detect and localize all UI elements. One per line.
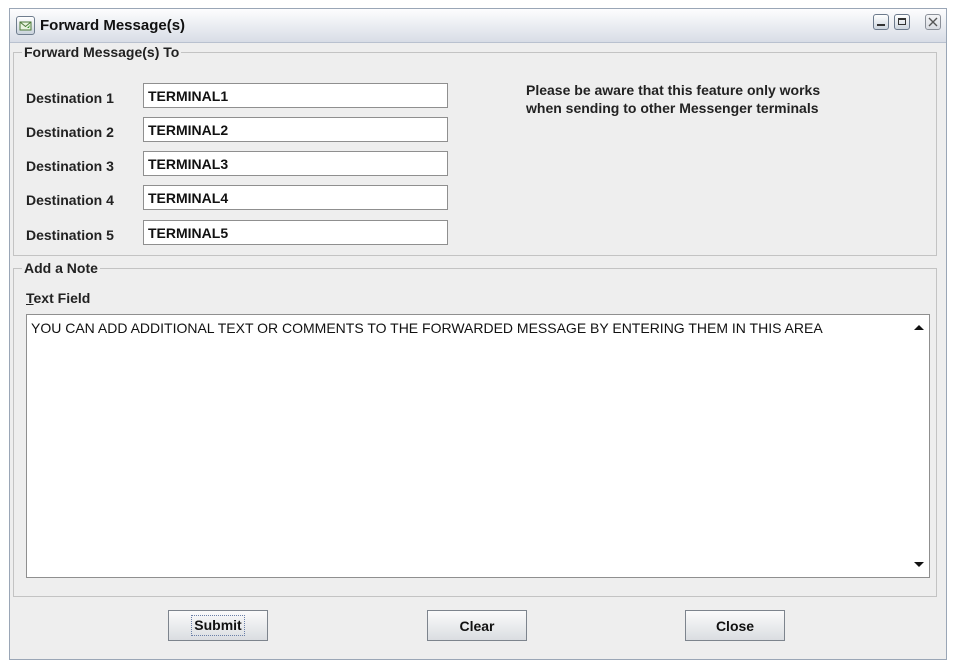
note-text-area-container: YOU CAN ADD ADDITIONAL TEXT OR COMMENTS … xyxy=(26,314,930,578)
submit-button-label: Submit xyxy=(191,615,245,636)
window-title: Forward Message(s) xyxy=(40,17,186,34)
notice-line-1: Please be aware that this feature only w… xyxy=(526,82,821,98)
destination-2-label: Destination 2 xyxy=(26,124,114,140)
forward-to-legend: Forward Message(s) To xyxy=(24,44,180,60)
destination-4-input[interactable] xyxy=(143,185,448,210)
submit-button[interactable]: Submit xyxy=(168,610,268,641)
destination-1-input[interactable] xyxy=(143,83,448,108)
text-field-label: Text Field xyxy=(26,290,90,306)
text-field-mnemonic: T xyxy=(26,290,34,306)
envelope-icon xyxy=(16,16,35,35)
clear-button[interactable]: Clear xyxy=(427,610,527,641)
destination-2-input[interactable] xyxy=(143,117,448,142)
maximize-button[interactable] xyxy=(894,14,910,30)
close-window-button[interactable] xyxy=(925,14,941,30)
destination-3-label: Destination 3 xyxy=(26,158,114,174)
vertical-scrollbar[interactable] xyxy=(909,315,929,577)
text-field-label-rest: ext Field xyxy=(33,290,91,306)
notice-line-2: when sending to other Messenger terminal… xyxy=(526,100,819,116)
minimize-button[interactable] xyxy=(873,14,889,30)
destination-1-label: Destination 1 xyxy=(26,90,114,106)
minimize-icon xyxy=(877,24,885,26)
close-icon xyxy=(928,17,938,27)
notice-text: Please be aware that this feature only w… xyxy=(526,81,906,117)
destination-3-input[interactable] xyxy=(143,151,448,176)
destination-4-label: Destination 4 xyxy=(26,192,114,208)
scroll-down-arrow-icon[interactable] xyxy=(914,561,924,568)
note-text-area[interactable]: YOU CAN ADD ADDITIONAL TEXT OR COMMENTS … xyxy=(27,315,909,577)
destination-5-label: Destination 5 xyxy=(26,227,114,243)
title-bar[interactable]: Forward Message(s) xyxy=(10,9,946,43)
close-button[interactable]: Close xyxy=(685,610,785,641)
add-note-legend: Add a Note xyxy=(24,260,98,276)
destination-5-input[interactable] xyxy=(143,220,448,245)
scroll-up-arrow-icon[interactable] xyxy=(914,324,924,331)
maximize-icon xyxy=(898,18,906,25)
